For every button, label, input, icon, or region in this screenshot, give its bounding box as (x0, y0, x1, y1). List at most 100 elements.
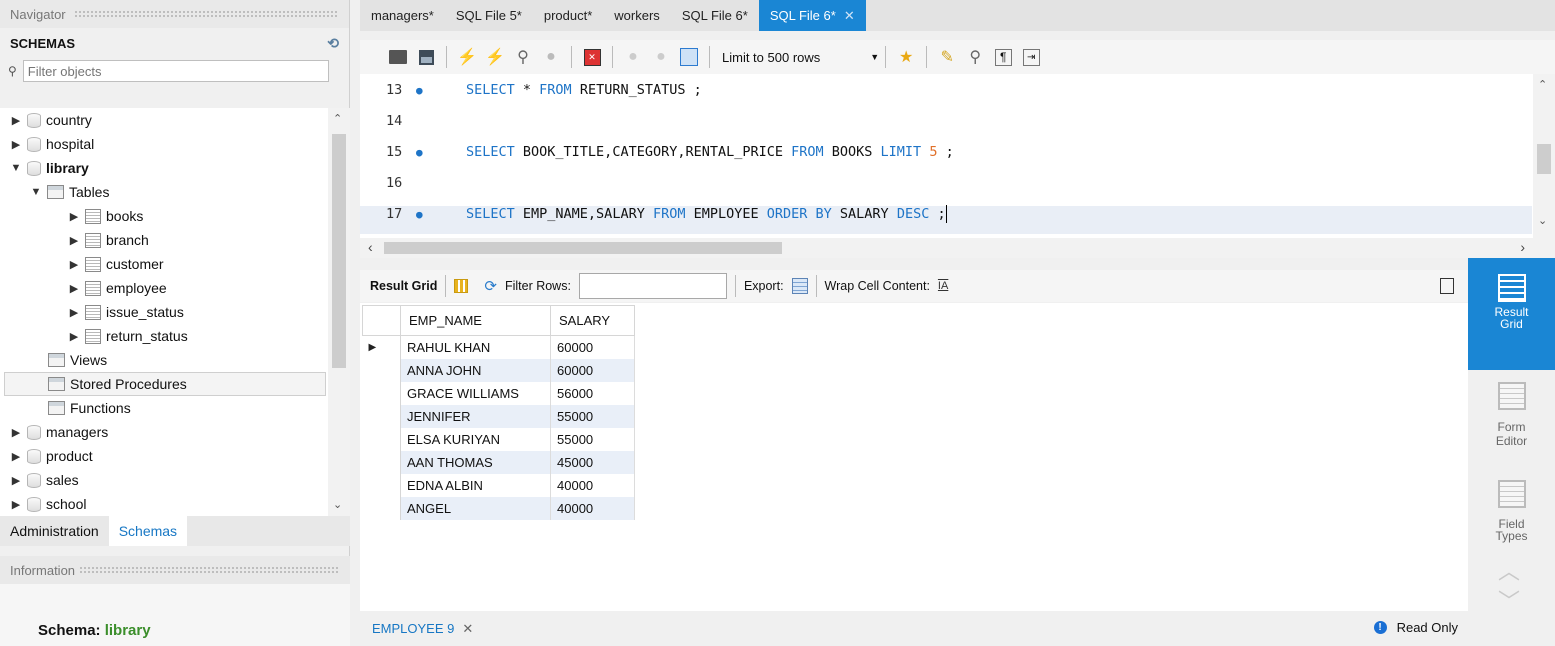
side-field-types-button[interactable]: Field Types (1468, 480, 1555, 560)
tree-item-hospital[interactable]: ▶ hospital (10, 132, 95, 156)
tree-scrollbar[interactable]: ⌃ ⌄ (328, 108, 350, 516)
tree-item-stored-procedures[interactable]: Stored Procedures (48, 372, 187, 396)
refresh-icon[interactable]: ⟲ (327, 35, 339, 52)
collapsed-arrow-icon[interactable]: ▶ (10, 474, 22, 487)
execute-current-icon[interactable]: ⚡ (481, 44, 509, 70)
side-result-grid-button[interactable]: Result Grid (1468, 258, 1555, 370)
scroll-down-icon[interactable]: ⌄ (333, 498, 342, 511)
collapsed-arrow-icon[interactable]: ▶ (68, 210, 80, 223)
collapsed-arrow-icon[interactable]: ▶ (68, 330, 80, 343)
code-line[interactable]: 15 ● SELECT BOOK_TITLE,CATEGORY,RENTAL_PRI… (386, 140, 954, 164)
collapsed-arrow-icon[interactable]: ▶ (68, 306, 80, 319)
cell-emp-name[interactable]: ANNA JOHN (400, 358, 551, 382)
close-result-tab-icon[interactable]: ✕ (462, 621, 473, 637)
tree-item-return-status[interactable]: ▶ return_status (68, 324, 188, 348)
code-line[interactable]: 13 ● SELECT * FROM RETURN_STATUS ; (386, 78, 702, 102)
refresh-icon[interactable]: ⟳ (484, 277, 497, 295)
cell-emp-name[interactable]: JENNIFER (400, 404, 551, 428)
collapsed-arrow-icon[interactable]: ▶ (10, 498, 22, 511)
save-icon[interactable] (412, 44, 440, 70)
row-gutter[interactable] (362, 427, 401, 451)
close-tab-icon[interactable]: ✕ (844, 8, 855, 23)
filter-objects-input[interactable] (22, 60, 329, 82)
tree-item-library[interactable]: ▼ library (10, 156, 89, 180)
tree-item-issue-status[interactable]: ▶ issue_status (68, 300, 184, 324)
code-line[interactable]: 16 (386, 171, 466, 195)
tab-sql-file-6-active[interactable]: SQL File 6* ✕ (758, 0, 866, 31)
autocommit-icon[interactable] (675, 44, 703, 70)
beautify-icon[interactable]: ✎ (933, 44, 961, 70)
scroll-right-icon[interactable]: › (1520, 239, 1525, 255)
grid-layout-icon[interactable] (454, 279, 469, 293)
tree-item-product[interactable]: ▶ product (10, 444, 93, 468)
wrap-lines-icon[interactable]: ⇥ (1017, 44, 1045, 70)
row-gutter[interactable] (362, 404, 401, 428)
scroll-left-icon[interactable]: ‹ (368, 239, 373, 255)
code-line[interactable]: 14 (386, 109, 466, 133)
tree-item-managers[interactable]: ▶ managers (10, 420, 109, 444)
table-row[interactable]: ANGEL 40000 (362, 496, 635, 520)
collapsed-arrow-icon[interactable]: ▶ (10, 426, 22, 439)
collapsed-arrow-icon[interactable]: ▶ (68, 282, 80, 295)
cell-emp-name[interactable]: ANGEL (400, 496, 551, 520)
cell-salary[interactable]: 56000 (550, 381, 635, 405)
cell-emp-name[interactable]: RAHUL KHAN (400, 335, 551, 359)
current-row-pointer-icon[interactable]: ▶ (362, 335, 401, 359)
cell-salary[interactable]: 55000 (550, 404, 635, 428)
editor-scroll-thumb[interactable] (1537, 144, 1551, 174)
scroll-down-icon[interactable]: ⌄ (1538, 214, 1547, 227)
table-row[interactable]: ELSA KURIYAN 55000 (362, 427, 635, 451)
stop-icon[interactable]: ● (537, 44, 565, 70)
cell-salary[interactable]: 40000 (550, 473, 635, 497)
table-row[interactable]: AAN THOMAS 45000 (362, 450, 635, 474)
wrap-cell-icon[interactable]: IA (938, 280, 948, 292)
collapsed-arrow-icon[interactable]: ▶ (68, 258, 80, 271)
cell-salary[interactable]: 60000 (550, 358, 635, 382)
add-snippet-icon[interactable]: ★ (892, 44, 920, 70)
scroll-up-icon[interactable]: ⌃ (1538, 78, 1547, 91)
tree-scroll-thumb[interactable] (332, 134, 346, 368)
sql-editor[interactable]: 13 ● SELECT * FROM RETURN_STATUS ; 14 15 ● SEL… (360, 74, 1555, 238)
tab-sql-file-5[interactable]: SQL File 5* (445, 0, 533, 31)
collapsed-arrow-icon[interactable]: ▶ (10, 114, 22, 127)
cell-salary[interactable]: 40000 (550, 496, 635, 520)
collapsed-arrow-icon[interactable]: ▶ (10, 138, 22, 151)
row-gutter[interactable] (362, 473, 401, 497)
cell-emp-name[interactable]: EDNA ALBIN (400, 473, 551, 497)
table-row[interactable]: JENNIFER 55000 (362, 404, 635, 428)
row-gutter[interactable] (362, 358, 401, 382)
expanded-arrow-icon[interactable]: ▼ (10, 162, 22, 174)
column-header-salary[interactable]: SALARY (550, 305, 635, 336)
tab-workers[interactable]: workers (603, 0, 671, 31)
cell-salary[interactable]: 45000 (550, 450, 635, 474)
commit-icon[interactable]: ● (619, 44, 647, 70)
cell-salary[interactable]: 55000 (550, 427, 635, 451)
tree-item-sales[interactable]: ▶ sales (10, 468, 79, 492)
cell-emp-name[interactable]: ELSA KURIYAN (400, 427, 551, 451)
scroll-up-icon[interactable]: ⌃ (333, 112, 342, 125)
table-row[interactable]: ANNA JOHN 60000 (362, 358, 635, 382)
find-icon[interactable]: ⚲ (961, 44, 989, 70)
explain-icon[interactable]: ⚲ (509, 44, 537, 70)
code-line[interactable]: 17 ● SELECT EMP_NAME,SALARY FROM EMPLOYEE … (386, 202, 947, 226)
tab-sql-file-6[interactable]: SQL File 6* (671, 0, 759, 31)
collapsed-arrow-icon[interactable]: ▶ (68, 234, 80, 247)
table-row[interactable]: ▶ RAHUL KHAN 60000 (362, 335, 635, 359)
execute-icon[interactable]: ⚡ (453, 44, 481, 70)
collapsed-arrow-icon[interactable]: ▶ (10, 450, 22, 463)
tab-managers[interactable]: managers* (360, 0, 445, 31)
cell-salary[interactable]: 60000 (550, 335, 635, 359)
limit-rows-select[interactable]: Limit to 500 rows ▼ (722, 50, 879, 65)
column-header-emp-name[interactable]: EMP_NAME (400, 305, 551, 336)
cell-emp-name[interactable]: GRACE WILLIAMS (400, 381, 551, 405)
tree-item-school[interactable]: ▶ school (10, 492, 87, 516)
tree-item-books[interactable]: ▶ books (68, 204, 144, 228)
row-gutter[interactable] (362, 381, 401, 405)
export-icon[interactable] (791, 278, 808, 294)
row-gutter[interactable] (362, 450, 401, 474)
side-form-editor-button[interactable]: Form Editor (1468, 382, 1555, 462)
tree-item-tables[interactable]: ▼ Tables (30, 180, 110, 204)
scroll-up-icon[interactable]: ︿ (1498, 554, 1520, 586)
tree-item-functions[interactable]: Functions (48, 396, 131, 420)
row-gutter[interactable] (362, 496, 401, 520)
